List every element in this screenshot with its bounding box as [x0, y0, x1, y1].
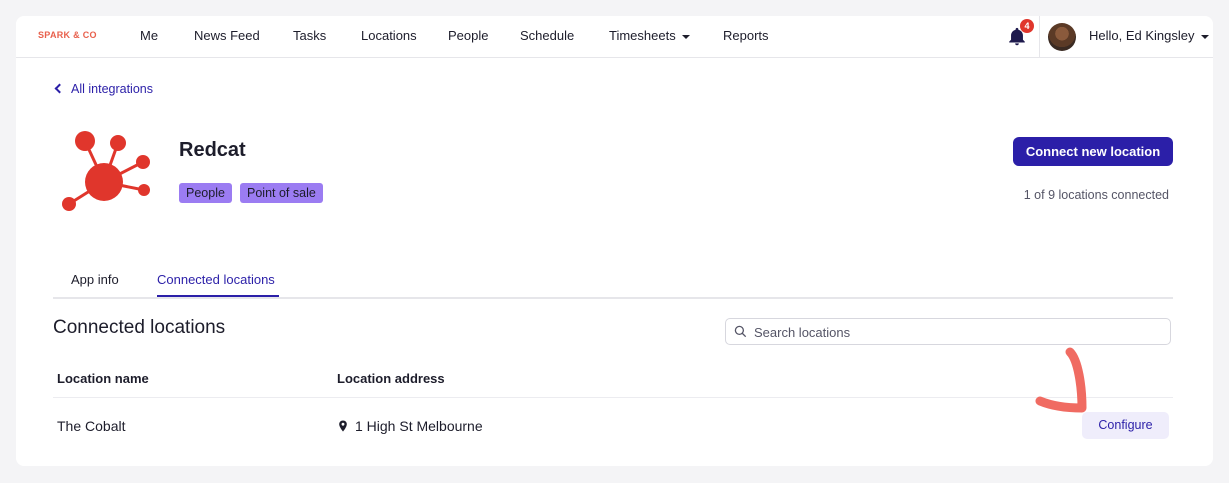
- locations-connected-count: 1 of 9 locations connected: [1023, 188, 1169, 202]
- nav-item-schedule[interactable]: Schedule: [520, 28, 574, 43]
- notification-badge: 4: [1020, 19, 1034, 33]
- section-title: Connected locations: [53, 317, 226, 338]
- search-input[interactable]: [752, 319, 1166, 346]
- nav-item-reports[interactable]: Reports: [723, 28, 769, 43]
- back-link-label: All integrations: [71, 82, 153, 96]
- nav-item-news-feed[interactable]: News Feed: [194, 28, 260, 43]
- search-box: [725, 318, 1171, 346]
- nav-item-timesheets[interactable]: Timesheets: [609, 28, 690, 43]
- app-window: SPARK & CO Me News Feed Tasks Locations …: [16, 16, 1213, 466]
- nav-item-timesheets-label: Timesheets: [609, 28, 676, 43]
- nav-item-me[interactable]: Me: [140, 28, 158, 43]
- column-header-location-address: Location address: [337, 371, 445, 386]
- nav-item-people[interactable]: People: [448, 28, 488, 43]
- tag-point-of-sale: Point of sale: [240, 183, 323, 203]
- connect-new-location-button[interactable]: Connect new location: [1013, 137, 1173, 166]
- location-pin-icon: [339, 420, 347, 432]
- tag-people: People: [179, 183, 232, 203]
- nav-item-locations[interactable]: Locations: [361, 28, 417, 43]
- chevron-left-icon: [54, 83, 65, 94]
- table-divider: [53, 397, 1173, 398]
- caret-down-icon: [681, 34, 690, 39]
- nav-item-tasks[interactable]: Tasks: [293, 28, 326, 43]
- back-link[interactable]: All integrations: [54, 82, 153, 96]
- location-address-text: 1 High St Melbourne: [355, 418, 483, 434]
- top-nav: SPARK & CO Me News Feed Tasks Locations …: [16, 16, 1213, 58]
- caret-down-icon: [1200, 34, 1209, 39]
- tab-bar: App info Connected locations: [53, 264, 1173, 299]
- redcat-logo: [62, 131, 150, 211]
- avatar[interactable]: [1048, 23, 1076, 51]
- app-title: Redcat: [179, 139, 246, 161]
- tab-connected-locations[interactable]: Connected locations: [157, 272, 275, 287]
- nav-divider: [1039, 16, 1040, 58]
- search-icon: [734, 325, 747, 338]
- annotation-arrow-icon: [1035, 347, 1087, 413]
- configure-button[interactable]: Configure: [1082, 412, 1169, 439]
- user-menu[interactable]: Hello, Ed Kingsley: [1089, 28, 1209, 43]
- active-tab-indicator: [157, 295, 279, 297]
- column-header-location-name: Location name: [57, 371, 149, 386]
- tab-app-info[interactable]: App info: [71, 272, 119, 287]
- location-address-cell: 1 High St Melbourne: [337, 418, 483, 434]
- brand-logo[interactable]: SPARK & CO: [38, 30, 97, 40]
- location-name-cell: The Cobalt: [57, 418, 126, 434]
- user-greeting: Hello, Ed Kingsley: [1089, 28, 1195, 43]
